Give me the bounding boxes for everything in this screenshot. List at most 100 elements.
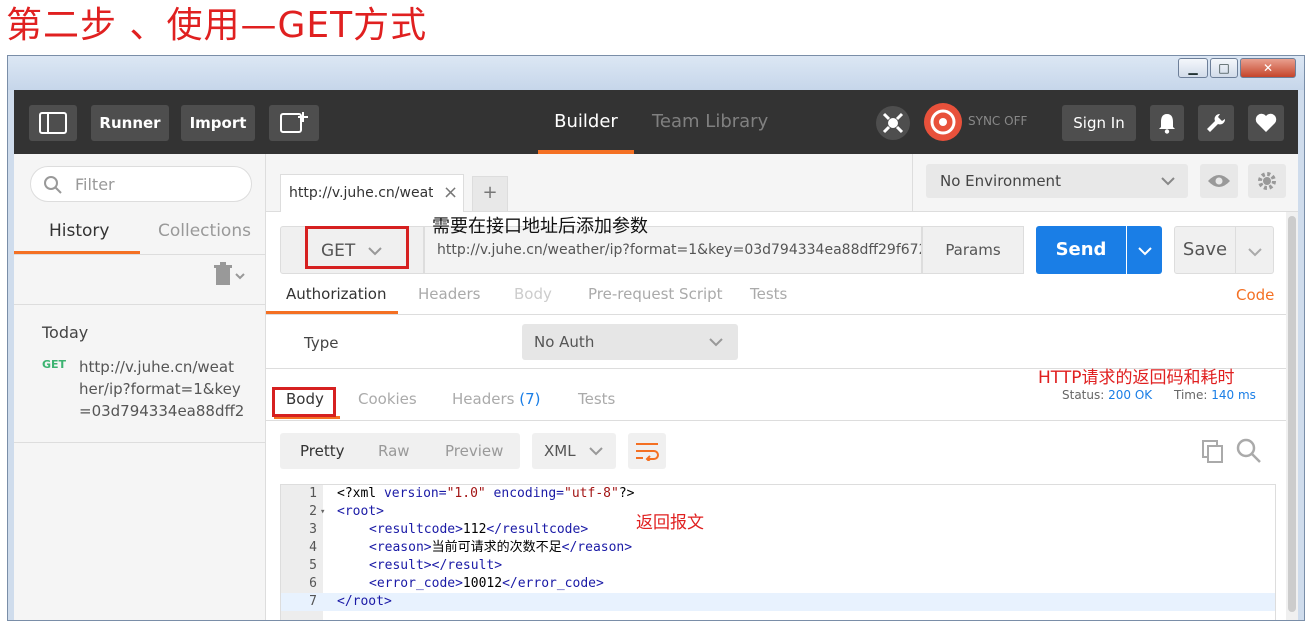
status-label: Status: xyxy=(1062,388,1105,402)
history-group-today: Today xyxy=(42,323,89,342)
sidebar: Filter History Collections Today GET htt… xyxy=(14,154,266,620)
status-annotation: HTTP请求的返回码和耗时 xyxy=(1038,368,1235,388)
sign-in-button[interactable]: Sign In xyxy=(1062,105,1136,141)
code-line: 2 ▾ <root> xyxy=(309,503,384,521)
code-line: 6 <error_code>10012</error_code> xyxy=(309,576,604,591)
sidebar-toggle-button[interactable] xyxy=(29,105,77,141)
window-titlebar: ▁ □ ✕ xyxy=(8,56,1304,90)
divider xyxy=(14,442,266,443)
tab-team-library[interactable]: Team Library xyxy=(652,111,768,132)
delete-history-button[interactable] xyxy=(214,262,250,290)
divider xyxy=(14,304,266,305)
response-editor[interactable]: 1 <?xml version="1.0" encoding="utf-8"?>… xyxy=(280,484,1276,620)
tab-body[interactable]: Body xyxy=(514,285,552,303)
status-value: 200 OK xyxy=(1108,388,1153,402)
wrench-icon xyxy=(1207,113,1226,132)
tab-tests[interactable]: Tests xyxy=(750,285,787,303)
minimize-button[interactable]: ▁ xyxy=(1178,58,1208,78)
history-item-url-3: =03d794334ea88dff2 xyxy=(79,402,245,420)
filter-placeholder: Filter xyxy=(75,175,115,194)
support-button[interactable] xyxy=(1248,105,1284,141)
params-button[interactable]: Params xyxy=(922,226,1024,274)
divider xyxy=(266,314,1286,315)
wrap-icon xyxy=(636,443,659,461)
app-window: ▁ □ ✕ Runner Import Builder Team Library… xyxy=(7,55,1305,621)
tab-headers[interactable]: Headers xyxy=(418,285,480,303)
sync-icon xyxy=(930,109,956,135)
code-line: 1 <?xml version="1.0" encoding="utf-8"?> xyxy=(309,486,635,501)
new-window-button[interactable] xyxy=(269,105,319,141)
environment-select[interactable]: No Environment xyxy=(926,164,1188,198)
fold-icon[interactable]: ▾ xyxy=(320,503,325,521)
view-preview[interactable]: Preview xyxy=(445,442,503,460)
send-options-button[interactable] xyxy=(1127,226,1162,274)
chevron-down-icon xyxy=(709,338,723,347)
search-response-button[interactable] xyxy=(1236,438,1262,464)
heart-icon xyxy=(1255,113,1277,132)
time-label: Time: xyxy=(1173,388,1208,402)
code-link[interactable]: Code xyxy=(1236,286,1274,304)
code-line: 5 <result></result> xyxy=(309,558,503,573)
tab-builder[interactable]: Builder xyxy=(538,111,634,151)
runner-button[interactable]: Runner xyxy=(91,105,169,141)
satellite-icon xyxy=(882,112,904,134)
manage-environments-button[interactable] xyxy=(1248,164,1286,198)
code-line: 4 <reason>当前可请求的次数不足</reason> xyxy=(309,540,633,555)
time-value: 140 ms xyxy=(1211,388,1256,402)
history-item[interactable]: GET http://v.juhe.cn/weat her/ip?format=… xyxy=(14,356,266,436)
auth-type-select[interactable]: No Auth xyxy=(522,324,738,360)
view-raw[interactable]: Raw xyxy=(378,442,410,460)
chevron-down-icon xyxy=(1161,177,1175,186)
save-options-button[interactable] xyxy=(1236,226,1274,274)
chevron-down-icon xyxy=(1138,247,1152,256)
send-button[interactable]: Send xyxy=(1036,226,1126,274)
save-button[interactable]: Save xyxy=(1174,226,1236,274)
request-tab[interactable]: http://v.juhe.cn/weatl × xyxy=(280,174,464,212)
environment-value: No Environment xyxy=(940,172,1061,190)
settings-button[interactable] xyxy=(1198,105,1234,141)
close-window-button[interactable]: ✕ xyxy=(1240,58,1296,78)
history-item-url-1: http://v.juhe.cn/weat xyxy=(79,358,234,376)
format-value: XML xyxy=(544,442,576,460)
response-headers-count: (7) xyxy=(519,390,541,408)
sidebar-icon xyxy=(39,112,67,134)
sync-button[interactable] xyxy=(924,103,962,141)
view-pretty[interactable]: Pretty xyxy=(300,442,345,460)
tab-authorization[interactable]: Authorization xyxy=(286,285,386,303)
search-icon xyxy=(1236,438,1261,463)
import-button[interactable]: Import xyxy=(181,105,255,141)
add-tab-button[interactable]: + xyxy=(472,176,508,212)
copy-icon xyxy=(1202,440,1223,463)
bell-icon xyxy=(1159,114,1175,134)
search-icon xyxy=(44,176,62,194)
auth-type-value: No Auth xyxy=(534,333,595,351)
gear-icon xyxy=(1258,172,1276,190)
close-tab-icon[interactable]: × xyxy=(443,182,458,203)
scrollbar[interactable] xyxy=(1286,212,1298,620)
tab-pre-request-script[interactable]: Pre-request Script xyxy=(588,285,723,303)
code-line: 3 <resultcode>112</resultcode> xyxy=(309,522,589,537)
code-line: 7 </root> xyxy=(309,594,392,609)
quick-look-button[interactable] xyxy=(1200,164,1238,198)
notifications-button[interactable] xyxy=(1150,105,1184,141)
close-icon: ✕ xyxy=(1262,61,1274,75)
response-tab-headers[interactable]: Headers (7) xyxy=(452,390,540,408)
response-tab-tests[interactable]: Tests xyxy=(578,390,615,408)
response-annotation: 返回报文 xyxy=(636,513,704,533)
format-select[interactable]: XML xyxy=(532,433,616,469)
postman-app: Runner Import Builder Team Library SYNC … xyxy=(14,90,1298,620)
scrollbar-thumb[interactable] xyxy=(1288,216,1296,612)
maximize-button[interactable]: □ xyxy=(1210,58,1238,78)
interceptor-button[interactable] xyxy=(876,106,910,140)
filter-input[interactable]: Filter xyxy=(30,166,252,202)
tab-history[interactable]: History xyxy=(49,221,109,241)
response-tab-cookies[interactable]: Cookies xyxy=(358,390,417,408)
chevron-down-icon xyxy=(1248,248,1262,257)
wrap-lines-button[interactable] xyxy=(628,433,666,469)
divider xyxy=(14,254,266,255)
minimize-icon: ▁ xyxy=(1188,61,1198,75)
method-highlight-box xyxy=(305,226,409,269)
tab-collections[interactable]: Collections xyxy=(158,221,251,241)
top-bar: Runner Import Builder Team Library SYNC … xyxy=(14,90,1298,154)
copy-button[interactable] xyxy=(1200,438,1226,464)
